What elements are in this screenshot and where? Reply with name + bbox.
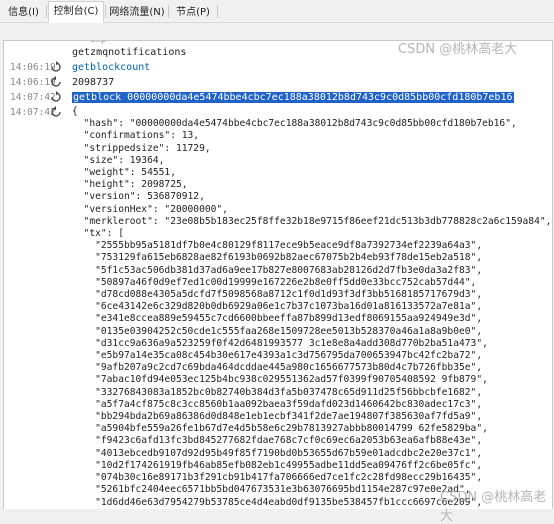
json-line: "d31cc9a636a9a523259f0f42d6481993577 3c1… — [72, 338, 551, 350]
tab-network-label: 网络流量(N) — [109, 7, 164, 18]
json-line: "a5f7a4cf875c8c3cc8560b1aa092baea3f59daf… — [72, 399, 551, 411]
json-line: "50897a46f0d9ef7ed1c00d19999e167226e2b8e… — [72, 277, 551, 289]
json-line: "2555bb95a5181df7b0e4c80129f8117ece9b5ea… — [72, 240, 551, 252]
tab-peers-label: 节点(P) — [176, 7, 210, 18]
json-line: "0135e03904252c50cde1c555faa268e1509728e… — [72, 326, 551, 338]
tab-network[interactable]: 网络流量(N) — [107, 2, 167, 21]
tab-console-label: 控制台(C) — [54, 6, 99, 17]
tab-peers[interactable]: 节点(P) — [170, 2, 216, 21]
json-line: "7abac10fd94e053ec125b4bc938c029551362ad… — [72, 374, 551, 386]
timestamp: 14:07:42 — [10, 92, 56, 103]
json-line: "tx": [ — [72, 228, 551, 240]
json-line: "9afb207a9c2cd7c69bda464dcddae445a980c16… — [72, 362, 551, 374]
json-line: "merkleroot": "23e08b5b183ec25f8ffe32b18… — [72, 216, 551, 228]
tab-info[interactable]: 信息(I) — [2, 2, 45, 21]
json-line: "version": 536870912, — [72, 191, 551, 203]
console-output[interactable]: emp getzmqnotifications 14:06:19 getbloc… — [3, 40, 553, 509]
tab-bar: 信息(I) 控制台(C) 网络流量(N) 节点(P) — [0, 0, 554, 23]
json-line: "d78cd088e4305a5dcfd7f5098568a8712c1f0d1… — [72, 289, 551, 301]
json-line: "hash": "00000000da4e5474bbe4cbc7ec188a3… — [72, 118, 551, 130]
command-arrow-icon — [50, 91, 62, 103]
command-arrow-icon — [50, 61, 62, 73]
json-line: "e5b97a14e35ca08c454b30e617e4393a1c3d756… — [72, 350, 551, 362]
reply-arrow-icon — [50, 76, 62, 88]
tab-separator — [46, 5, 47, 18]
json-line: { — [72, 106, 551, 118]
json-line: "074b30c16e89171b3f291cb91b417fa706666ed… — [72, 472, 551, 484]
json-line: "bb294bda2b69a86386d0d848e1eb1ecbf341f2d… — [72, 411, 551, 423]
json-line: "versionHex": "20000000", — [72, 204, 551, 216]
timestamp: 14:06:19 — [10, 77, 56, 88]
json-line: "a5904bfe559a26fe1b67d7e4d5b58e6c29b7813… — [72, 423, 551, 435]
json-line: "confirmations": 13, — [72, 130, 551, 142]
json-line: "10d2f174261919fb46ab85efb082eb1c49955ad… — [72, 460, 551, 472]
json-line: "f9423c6afd13fc3bd845277682fdae768c7cf0c… — [72, 435, 551, 447]
console-command-text[interactable]: getblock 00000000da4e5474bbe4cbc7ec188a3… — [72, 92, 514, 103]
console-command-text: getblockcount — [72, 62, 150, 73]
json-line: "33276843083a1852bc0b82740b384d3fa5b0374… — [72, 387, 551, 399]
json-line: "strippedsize": 11729, — [72, 143, 551, 155]
tab-separator — [168, 5, 169, 18]
timestamp: 14:06:19 — [10, 62, 56, 73]
json-line: "weight": 54551, — [72, 167, 551, 179]
json-output: { "hash": "00000000da4e5474bbe4cbc7ec188… — [72, 106, 551, 509]
tab-separator — [217, 5, 218, 18]
tab-console[interactable]: 控制台(C) — [48, 1, 104, 23]
json-line: "753129fa615eb6828ae82f6193b0692b82aec67… — [72, 252, 551, 264]
console-output-text: getzmqnotifications — [72, 47, 186, 58]
json-line: "5f1c53ac506db381d37ad6a9ee17b827e800768… — [72, 265, 551, 277]
console-output-text: 2098737 — [72, 77, 114, 88]
json-line: "size": 19364, — [72, 155, 551, 167]
watermark-bottom: CSDN @桃林高老大 — [440, 486, 554, 524]
tab-info-label: 信息(I) — [8, 7, 39, 18]
reply-arrow-icon — [50, 106, 62, 118]
selected-text[interactable]: getblock 00000000da4e5474bbe4cbc7ec188a3… — [72, 92, 514, 103]
json-line: "height": 2098725, — [72, 179, 551, 191]
json-line: "6ce43142e6c329d820b0db6929a06e1c7b37c10… — [72, 301, 551, 313]
tab-separator — [105, 5, 106, 18]
console-line: 14:07:42 { "hash": "00000000da4e5474bbe4… — [4, 105, 552, 509]
json-line: "e341e8ccea889e59455c7cd6600bbeeffa87b89… — [72, 313, 551, 325]
watermark-top: CSDN @桃林高老大 — [398, 38, 517, 57]
timestamp: 14:07:42 — [10, 107, 56, 118]
json-line: "4013ebcedb9107d92d95b49f85f7190bd0b5365… — [72, 448, 551, 460]
